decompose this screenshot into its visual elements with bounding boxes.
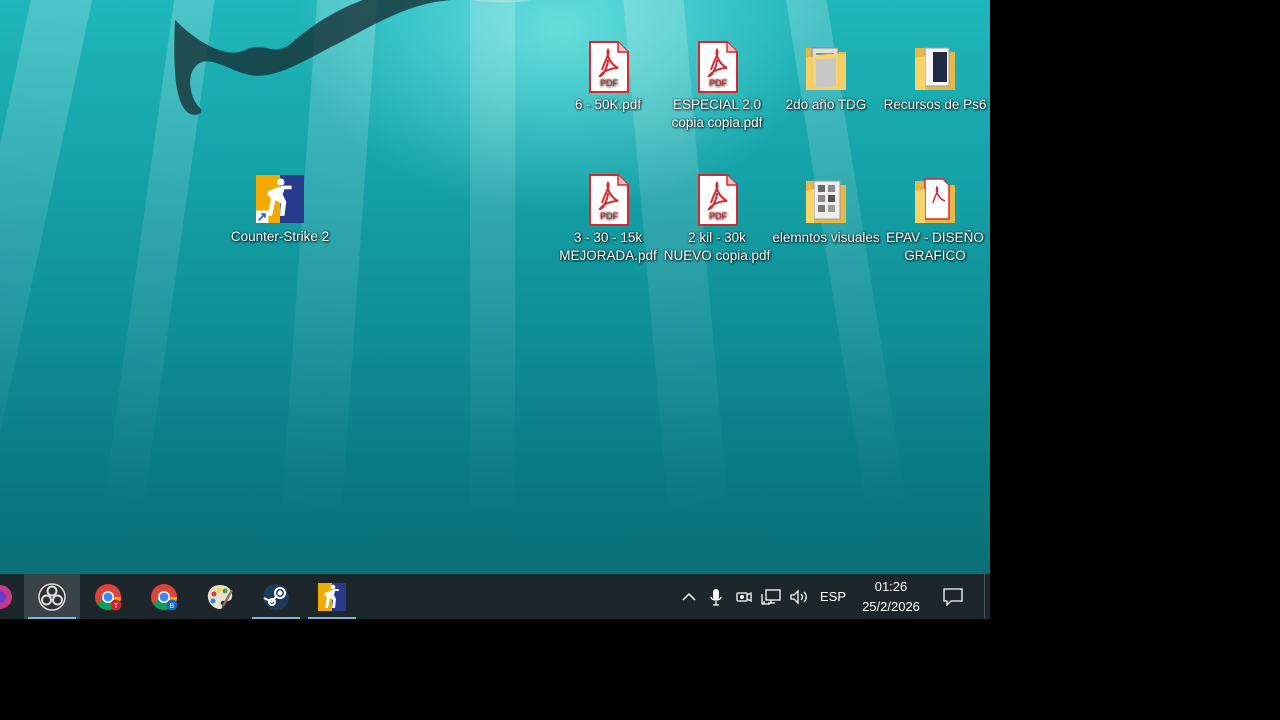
icon-label: 2 kil - 30k NUEVO copia.pdf <box>663 230 771 263</box>
active-indicator <box>28 617 76 619</box>
clock-date: 25/2/2026 <box>862 599 920 614</box>
desktop-icon-counter-strike-2[interactable]: Counter-Strike 2 <box>226 172 334 246</box>
show-desktop-button[interactable] <box>984 574 990 619</box>
profile-badge-text: B <box>170 603 175 610</box>
pdf-badge-text: PDF <box>600 211 619 221</box>
paint-palette-icon <box>207 584 234 609</box>
tray-camera[interactable] <box>731 574 757 619</box>
microphone-icon <box>710 588 722 606</box>
desktop-background[interactable]: Counter-Strike 2 PDF 6 - 50K.pdf PDF ESP… <box>0 0 990 574</box>
desktop-icon-pdf-6-50k[interactable]: PDF 6 - 50K.pdf <box>554 40 662 114</box>
desktop-icon-folder-epav-diseno-grafico[interactable]: EPAV - DISEÑO GRAFICO <box>881 173 989 265</box>
action-center-button[interactable] <box>938 574 968 619</box>
folder-icon <box>915 47 955 90</box>
desktop-icon-pdf-3-30-15k[interactable]: PDF 3 - 30 - 15k MEJORADA.pdf <box>554 173 662 265</box>
taskbar-steam[interactable] <box>248 574 304 619</box>
swimmer-silhouette <box>174 0 531 115</box>
pdf-file-icon: PDF <box>589 41 629 93</box>
folder-icon <box>806 47 846 90</box>
running-indicator <box>252 617 300 619</box>
screen: Counter-Strike 2 PDF 6 - 50K.pdf PDF ESP… <box>0 0 990 619</box>
input-language-indicator[interactable]: ESP <box>816 574 850 619</box>
tray-microphone[interactable] <box>704 574 728 619</box>
show-hidden-icons-button[interactable] <box>676 574 702 619</box>
notification-icon <box>943 587 963 606</box>
obs-icon <box>38 582 66 611</box>
taskbar: T B ESP 01:26 25/2/2026 <box>0 574 990 619</box>
chrome-icon: T <box>95 583 122 610</box>
icon-label: elemntos visuales <box>772 230 880 245</box>
pdf-badge-text: PDF <box>600 78 619 88</box>
folder-icon <box>806 180 846 223</box>
pdf-badge-text: PDF <box>709 78 728 88</box>
pdf-file-icon: PDF <box>698 41 738 93</box>
chevron-up-icon <box>682 592 696 601</box>
clock-time: 01:26 <box>874 579 908 594</box>
pdf-file-icon: PDF <box>589 174 629 226</box>
language-label: ESP <box>819 589 846 604</box>
taskbar-paint[interactable] <box>192 574 248 619</box>
cs2-shortcut-icon <box>256 175 304 223</box>
tray-network[interactable] <box>758 574 784 619</box>
icon-label: 6 - 50K.pdf <box>574 97 642 112</box>
app-partial-icon <box>0 584 12 609</box>
running-indicator <box>308 617 356 619</box>
tray-volume[interactable] <box>786 574 812 619</box>
taskbar-counter-strike-2[interactable] <box>304 574 360 619</box>
taskbar-obs[interactable] <box>24 574 80 619</box>
taskbar-chrome-b[interactable]: B <box>136 574 192 619</box>
pdf-badge-text: PDF <box>709 211 728 221</box>
icon-label: Counter-Strike 2 <box>230 229 330 244</box>
icon-label: 2do año TDG <box>785 97 867 112</box>
icon-label: ESPECIAL 2.0 copia copia.pdf <box>671 97 763 130</box>
icon-label: 3 - 30 - 15k MEJORADA.pdf <box>559 230 657 263</box>
icon-label: Recursos de Ps6 <box>883 97 987 112</box>
desktop-icon-folder-2do-ano-tdg[interactable]: 2do año TDG <box>772 40 880 114</box>
desktop-icon-pdf-especial[interactable]: PDF ESPECIAL 2.0 copia copia.pdf <box>663 40 771 132</box>
folder-icon <box>915 178 955 223</box>
clock[interactable]: 01:26 25/2/2026 <box>852 574 930 619</box>
desktop-icon-pdf-2-kil-30k[interactable]: PDF 2 kil - 30k NUEVO copia.pdf <box>663 173 771 265</box>
pdf-file-icon: PDF <box>698 174 738 226</box>
icon-label: EPAV - DISEÑO GRAFICO <box>886 230 984 263</box>
speaker-icon <box>790 588 807 605</box>
cs2-icon <box>318 582 346 611</box>
network-icon <box>761 588 781 605</box>
profile-badge-text: T <box>114 603 119 610</box>
steam-icon <box>263 583 289 610</box>
desktop-icon-folder-elemntos-visuales[interactable]: elemntos visuales <box>772 173 880 247</box>
light-ray <box>0 0 100 515</box>
chrome-icon: B <box>151 583 178 610</box>
camera-in-use-icon <box>736 591 752 602</box>
taskbar-chrome-t[interactable]: T <box>80 574 136 619</box>
desktop-icon-folder-recursos-de-ps6[interactable]: Recursos de Ps6 <box>881 40 989 114</box>
